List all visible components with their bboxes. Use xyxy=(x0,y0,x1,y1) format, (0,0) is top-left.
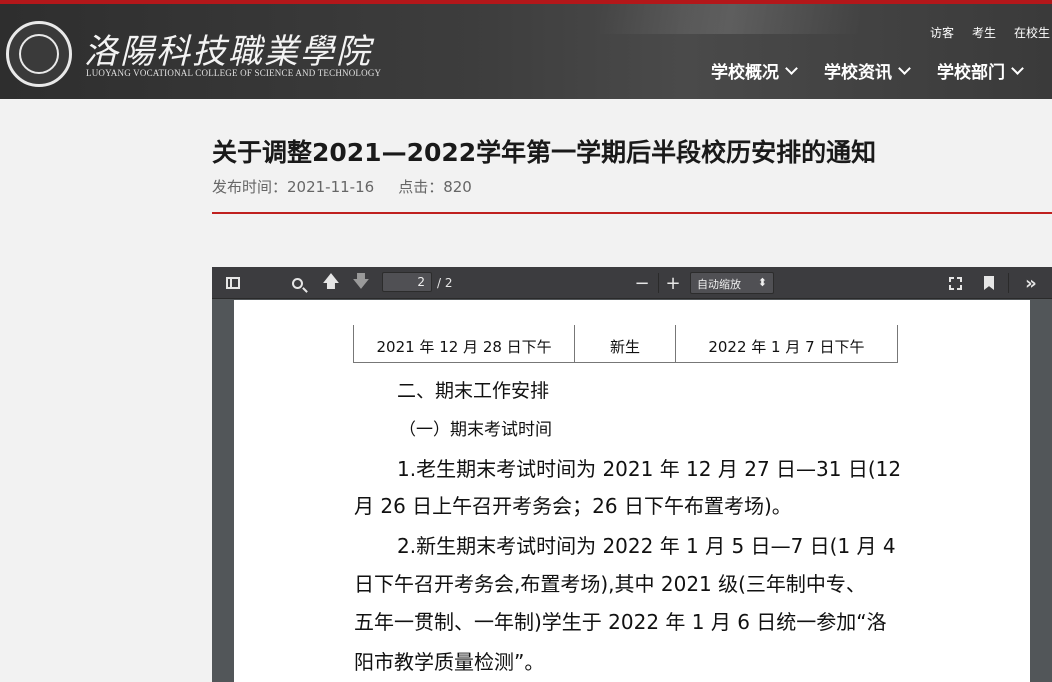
toolbar-separator xyxy=(658,273,659,293)
toolbar-separator xyxy=(1008,273,1009,293)
quick-link-student[interactable]: 在校生 xyxy=(1014,24,1050,41)
page-number-input[interactable] xyxy=(382,272,432,292)
zoom-value: 自动缩放 xyxy=(697,278,741,291)
zoom-select[interactable]: 自动缩放 ⬍ xyxy=(690,272,774,294)
next-page-button[interactable]: 🡇 xyxy=(348,271,374,295)
tools-button[interactable]: » xyxy=(1018,271,1044,295)
sidebar-toggle-button[interactable] xyxy=(220,271,246,295)
article-title: 关于调整2021—2022学年第一学期后半段校历安排的通知 xyxy=(212,138,877,167)
body-line: 五年一贯制、一年制)学生于 2022 年 1 月 6 日统一参加“洛 xyxy=(354,610,887,634)
nav-item-label: 学校资讯 xyxy=(824,63,892,83)
table-cell-group: 新生 xyxy=(575,325,676,362)
body-line: 2.新生期末考试时间为 2022 年 1 月 5 日—7 日(1 月 4 xyxy=(397,534,896,558)
pdf-viewer: 🡅 🡇 / 2 − + 自动缩放 ⬍ xyxy=(212,267,1052,682)
minus-icon: − xyxy=(634,272,650,294)
plus-icon: + xyxy=(665,272,681,294)
page-total: / 2 xyxy=(437,276,453,290)
presentation-mode-button[interactable] xyxy=(942,271,968,295)
body-line: 日下午召开考务会,布置考场),其中 2021 级(三年制中专、 xyxy=(354,572,866,596)
article-meta: 发布时间：2021-11-16 点击：820 xyxy=(212,176,472,197)
site-header: 洛陽科技職業學院 LUOYANG VOCATIONAL COLLEGE OF S… xyxy=(0,4,1052,99)
table-cell-date: 2021 年 12 月 28 日下午 xyxy=(354,325,576,362)
table-cell-date: 2022 年 1 月 7 日下午 xyxy=(708,338,865,356)
click-count: 点击：820 xyxy=(398,178,472,196)
emblem-ring xyxy=(19,34,59,74)
bookmark-icon xyxy=(984,276,994,290)
bookmark-button[interactable] xyxy=(976,271,1002,295)
fullscreen-icon xyxy=(948,276,962,290)
chevron-down-icon xyxy=(898,61,911,75)
arrow-down-icon: 🡇 xyxy=(352,271,370,292)
logo-title[interactable]: 洛陽科技職業學院 xyxy=(84,24,372,73)
school-emblem-icon[interactable] xyxy=(6,21,72,87)
search-button[interactable] xyxy=(284,271,310,295)
quick-links: 访客 考生 在校生 xyxy=(930,24,1050,41)
logo-subtitle: LUOYANG VOCATIONAL COLLEGE OF SCIENCE AN… xyxy=(86,68,382,78)
nav-item-overview[interactable]: 学校概况 xyxy=(711,58,798,83)
nav-item-departments[interactable]: 学校部门 xyxy=(937,58,1024,83)
select-arrows-icon: ⬍ xyxy=(757,276,767,289)
nav-item-label: 学校部门 xyxy=(937,63,1005,83)
body-line: 1.老生期末考试时间为 2021 年 12 月 27 日—31 日(12 xyxy=(397,457,902,481)
section-subheading: （一）期末考试时间 xyxy=(399,420,552,440)
chevron-down-icon xyxy=(785,61,798,75)
search-icon xyxy=(291,277,303,289)
pdf-toolbar: 🡅 🡇 / 2 − + 自动缩放 ⬍ xyxy=(212,267,1052,299)
pdf-page: 2021 年 12 月 28 日下午 新生 2022 年 1 月 7 日下午 二… xyxy=(234,300,1030,682)
previous-page-button[interactable]: 🡅 xyxy=(318,271,344,295)
section-heading: 二、期末工作安排 xyxy=(397,380,550,402)
quick-link-applicant[interactable]: 考生 xyxy=(972,24,996,41)
body-line: 月 26 日上午召开考务会；26 日下午布置考场)。 xyxy=(354,494,792,518)
zoom-out-button[interactable]: − xyxy=(629,271,655,295)
title-divider xyxy=(212,212,1052,214)
publish-date: 发布时间：2021-11-16 xyxy=(212,178,375,196)
chevron-down-icon xyxy=(1011,61,1024,75)
zoom-in-button[interactable]: + xyxy=(660,271,686,295)
main-nav: 学校概况 学校资讯 学校部门 xyxy=(711,58,1024,83)
quick-link-visitor[interactable]: 访客 xyxy=(930,24,954,41)
sidebar-toggle-icon xyxy=(226,277,240,289)
schedule-table-row: 2021 年 12 月 28 日下午 新生 2022 年 1 月 7 日下午 xyxy=(353,325,898,363)
body-line: 阳市教学质量检测”。 xyxy=(354,650,545,674)
header-decoration xyxy=(600,4,860,34)
nav-item-news[interactable]: 学校资讯 xyxy=(824,58,911,83)
double-chevron-icon: » xyxy=(1025,272,1037,294)
nav-item-label: 学校概况 xyxy=(711,63,779,83)
arrow-up-icon: 🡅 xyxy=(322,271,340,292)
